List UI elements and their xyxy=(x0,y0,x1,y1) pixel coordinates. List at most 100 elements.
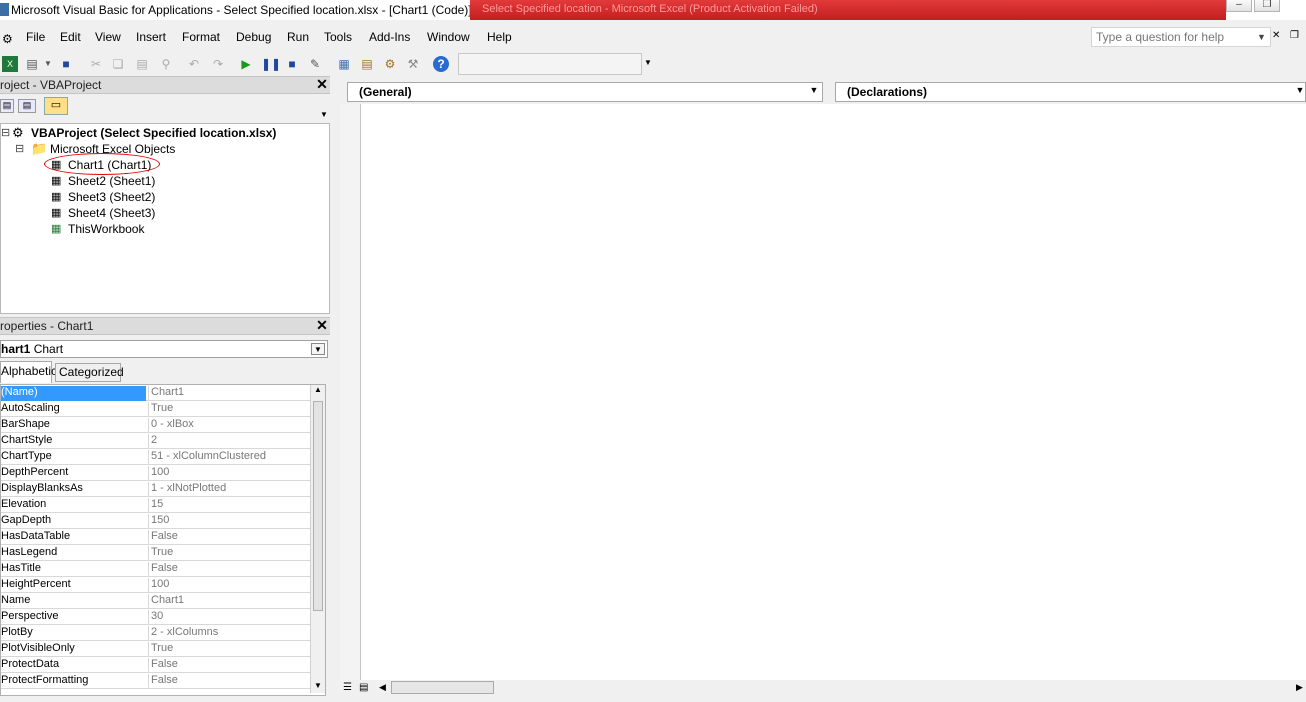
property-row[interactable]: HasTitle False xyxy=(1,561,311,577)
copy-icon[interactable]: ❏ xyxy=(110,56,126,72)
design-mode-icon[interactable]: ✎ xyxy=(307,56,323,72)
property-row[interactable]: BarShape 0 - xlBox xyxy=(1,417,311,433)
properties-object-select[interactable]: hart1 Chart ▼ xyxy=(0,340,328,358)
property-row[interactable]: GapDepth 150 xyxy=(1,513,311,529)
minimize-button[interactable]: – xyxy=(1226,0,1252,12)
full-module-view-icon[interactable]: ▤ xyxy=(359,682,368,693)
property-value[interactable]: Chart1 xyxy=(148,594,311,609)
property-row[interactable]: Elevation 15 xyxy=(1,497,311,513)
property-value[interactable]: 100 xyxy=(148,466,311,481)
properties-scrollbar[interactable]: ▲ ▼ xyxy=(310,385,325,693)
property-value[interactable]: False xyxy=(148,562,311,577)
procedure-combo[interactable]: (Declarations) xyxy=(835,82,1306,102)
properties-object-dropdown-icon[interactable]: ▼ xyxy=(311,343,325,355)
property-value[interactable]: True xyxy=(148,642,311,657)
property-row[interactable]: AutoScaling True xyxy=(1,401,311,417)
property-row[interactable]: HeightPercent 100 xyxy=(1,577,311,593)
toolbar-options-icon[interactable]: ▼ xyxy=(644,58,652,67)
property-row[interactable]: ProtectFormatting False xyxy=(1,673,311,689)
find-icon[interactable]: ⚲ xyxy=(158,56,174,72)
paste-icon[interactable]: ▤ xyxy=(134,56,150,72)
save-icon[interactable]: ■ xyxy=(58,56,74,72)
property-value[interactable]: False xyxy=(148,658,311,673)
hscroll-right-icon[interactable]: ▶ xyxy=(1296,682,1303,693)
tree-item-sheet3[interactable]: Sheet3 (Sheet2) xyxy=(68,190,155,204)
project-explorer-icon[interactable]: ▦ xyxy=(336,56,352,72)
view-excel-icon[interactable]: X xyxy=(2,56,18,72)
property-value[interactable]: 30 xyxy=(148,610,311,625)
toolbox-icon[interactable]: ⚒ xyxy=(405,56,421,72)
property-row[interactable]: DepthPercent 100 xyxy=(1,465,311,481)
property-value[interactable]: True xyxy=(148,546,311,561)
collapse-folder-icon[interactable]: ⊟ xyxy=(15,142,24,155)
property-row[interactable]: (Name) Chart1 xyxy=(1,385,311,401)
tree-item-sheet2[interactable]: Sheet2 (Sheet1) xyxy=(68,174,155,188)
property-value[interactable]: False xyxy=(148,674,311,689)
menu-tools[interactable]: Tools xyxy=(324,30,352,44)
help-dropdown-icon[interactable]: ▼ xyxy=(1257,32,1266,42)
project-panel-scroll-icon[interactable]: ▼ xyxy=(320,110,328,119)
property-row[interactable]: Name Chart1 xyxy=(1,593,311,609)
menu-debug[interactable]: Debug xyxy=(236,30,271,44)
object-combo-dropdown-icon[interactable]: ▼ xyxy=(807,82,821,98)
restore-button[interactable]: ❐ xyxy=(1254,0,1280,12)
reset-icon[interactable]: ■ xyxy=(284,56,300,72)
property-row[interactable]: ChartStyle 2 xyxy=(1,433,311,449)
menu-restore-icon[interactable]: ❐ xyxy=(1290,30,1299,41)
properties-window-icon[interactable]: ▤ xyxy=(359,56,375,72)
project-panel-close-icon[interactable]: ✕ xyxy=(315,77,329,92)
menu-add-ins[interactable]: Add-Ins xyxy=(369,30,410,44)
vba-menu-icon[interactable]: ⚙ xyxy=(2,32,13,46)
help-search-input[interactable]: Type a question for help xyxy=(1091,27,1271,47)
menu-run[interactable]: Run xyxy=(287,30,309,44)
object-combo[interactable]: (General) xyxy=(347,82,823,102)
insert-userform-icon[interactable]: ▤ xyxy=(24,56,40,72)
run-icon[interactable]: ▶ xyxy=(238,56,254,72)
scroll-down-icon[interactable]: ▼ xyxy=(314,681,322,690)
property-value[interactable]: 15 xyxy=(148,498,311,513)
property-value[interactable]: 150 xyxy=(148,514,311,529)
redo-icon[interactable]: ↷ xyxy=(210,56,226,72)
hscroll-thumb[interactable] xyxy=(391,681,494,694)
menu-file[interactable]: File xyxy=(26,30,45,44)
toggle-folders-icon[interactable]: ▭ xyxy=(44,97,68,115)
view-object-icon[interactable]: ▤ xyxy=(18,99,36,113)
procedure-view-icon[interactable]: ☰ xyxy=(343,682,352,693)
cut-icon[interactable]: ✂ xyxy=(88,56,104,72)
code-editor[interactable] xyxy=(340,104,1306,680)
menu-window[interactable]: Window xyxy=(427,30,470,44)
help-icon[interactable]: ? xyxy=(433,56,449,72)
property-row[interactable]: ChartType 51 - xlColumnClustered xyxy=(1,449,311,465)
procedure-combo-dropdown-icon[interactable]: ▼ xyxy=(1293,82,1306,98)
tree-item-thisworkbook[interactable]: ThisWorkbook xyxy=(68,222,144,236)
tab-categorized[interactable]: Categorized xyxy=(55,363,124,382)
property-row[interactable]: Perspective 30 xyxy=(1,609,311,625)
properties-panel-close-icon[interactable]: ✕ xyxy=(315,318,329,333)
menu-edit[interactable]: Edit xyxy=(60,30,81,44)
undo-icon[interactable]: ↶ xyxy=(186,56,202,72)
property-row[interactable]: HasDataTable False xyxy=(1,529,311,545)
property-value[interactable]: 2 xyxy=(148,434,311,449)
menu-help[interactable]: Help xyxy=(487,30,512,44)
menu-insert[interactable]: Insert xyxy=(136,30,166,44)
menu-view[interactable]: View xyxy=(95,30,121,44)
tab-alphabetic[interactable]: Alphabetic xyxy=(0,361,57,383)
property-row[interactable]: ProtectData False xyxy=(1,657,311,673)
hscroll-left-icon[interactable]: ◀ xyxy=(379,682,386,693)
property-value[interactable]: 51 - xlColumnClustered xyxy=(148,450,311,465)
object-browser-icon[interactable]: ⚙ xyxy=(382,56,398,72)
insert-dropdown-icon[interactable]: ▼ xyxy=(40,56,56,72)
property-row[interactable]: PlotVisibleOnly True xyxy=(1,641,311,657)
collapse-root-icon[interactable]: ⊟ xyxy=(1,126,10,139)
property-value[interactable]: True xyxy=(148,402,311,417)
property-row[interactable]: DisplayBlanksAs 1 - xlNotPlotted xyxy=(1,481,311,497)
property-value[interactable]: 1 - xlNotPlotted xyxy=(148,482,311,497)
property-value[interactable]: 0 - xlBox xyxy=(148,418,311,433)
menu-close-icon[interactable]: ✕ xyxy=(1272,30,1280,41)
tree-item-sheet4[interactable]: Sheet4 (Sheet3) xyxy=(68,206,155,220)
scroll-up-icon[interactable]: ▲ xyxy=(314,385,322,394)
menu-format[interactable]: Format xyxy=(182,30,220,44)
property-row[interactable]: HasLegend True xyxy=(1,545,311,561)
view-code-icon[interactable]: ▤ xyxy=(0,99,14,113)
property-value[interactable]: False xyxy=(148,530,311,545)
